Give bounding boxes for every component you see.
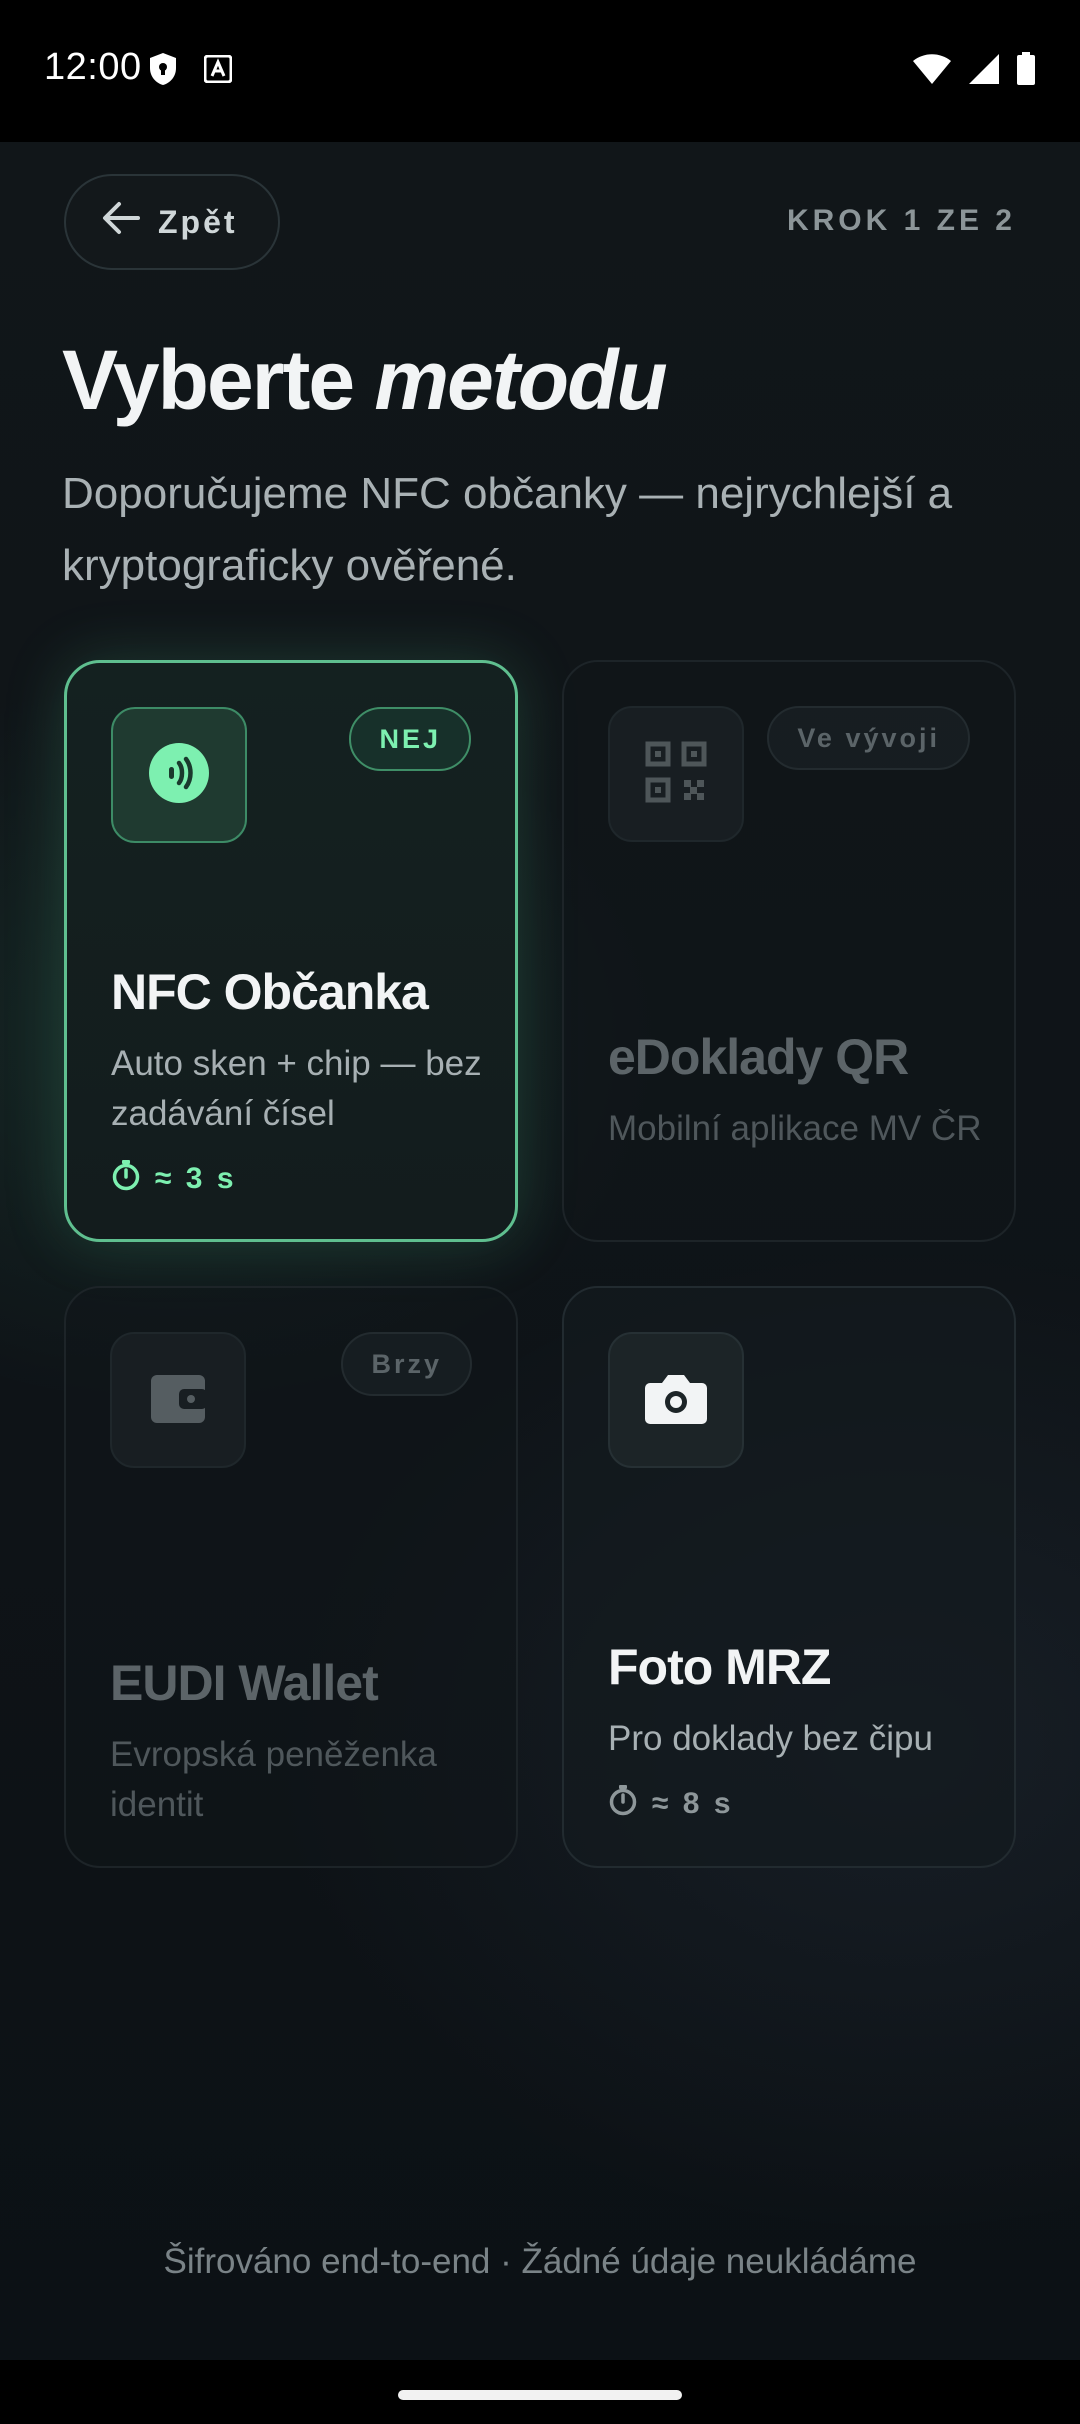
status-time: 12:00 bbox=[44, 46, 142, 88]
back-button[interactable]: Zpět bbox=[64, 174, 280, 270]
arrow-left-icon bbox=[102, 201, 140, 243]
method-card-foto-mrz[interactable]: Foto MRZ Pro doklady bez čipu ≈ 8 s bbox=[562, 1286, 1016, 1868]
card-duration: ≈ 8 s bbox=[608, 1784, 734, 1824]
keyboard-icon bbox=[203, 54, 233, 88]
page-title-emphasis: metodu bbox=[374, 333, 667, 427]
card-icon-container bbox=[111, 707, 247, 843]
signal-icon bbox=[968, 53, 1000, 90]
duration-text: ≈ 3 s bbox=[155, 1162, 237, 1195]
page-subtitle: Doporučujeme NFC občanky — nejrychlejší … bbox=[62, 469, 953, 590]
card-description: Mobilní aplikace MV ČR bbox=[608, 1109, 982, 1148]
method-card-nfc[interactable]: NEJ NFC Občanka Auto sken + chip — bez z… bbox=[64, 660, 518, 1242]
timer-icon bbox=[608, 1784, 638, 1824]
status-bar: 12:00 bbox=[0, 0, 1080, 142]
method-card-edoklady-qr: Ve vývoji eDoklady QR Mobilní aplikace M… bbox=[562, 660, 1016, 1242]
card-duration: ≈ 3 s bbox=[111, 1159, 237, 1199]
card-description: Auto sken + chip — bez zadávání čísel bbox=[111, 1044, 482, 1133]
method-card-eudi-wallet: Brzy EUDI Wallet Evropská peněženka iden… bbox=[64, 1286, 518, 1868]
card-icon-container bbox=[110, 1332, 246, 1468]
home-indicator[interactable] bbox=[398, 2390, 682, 2400]
card-title: Foto MRZ bbox=[608, 1639, 831, 1695]
battery-icon bbox=[1016, 52, 1036, 91]
timer-icon bbox=[111, 1159, 141, 1199]
page-title-main: Vyberte bbox=[62, 333, 355, 427]
qr-code-icon bbox=[645, 741, 707, 808]
navigation-bar bbox=[0, 2360, 1080, 2424]
status-right-icons bbox=[912, 52, 1036, 91]
card-description: Pro doklady bez čipu bbox=[608, 1719, 933, 1758]
card-title: NFC Občanka bbox=[111, 964, 429, 1020]
card-title: EUDI Wallet bbox=[110, 1655, 379, 1711]
wallet-icon bbox=[149, 1371, 207, 1430]
card-icon-container bbox=[608, 1332, 744, 1468]
step-indicator: KROK 1 ZE 2 bbox=[786, 204, 1016, 237]
nfc-icon bbox=[148, 742, 210, 809]
card-description: Evropská peněženka identit bbox=[110, 1735, 437, 1824]
status-badge: Brzy bbox=[341, 1332, 472, 1396]
page-title: Vyberte metodu bbox=[62, 332, 668, 429]
card-icon-container bbox=[608, 706, 744, 842]
method-selection-screen: Zpět KROK 1 ZE 2 Vyberte metodu Doporuču… bbox=[0, 142, 1080, 2360]
wifi-icon bbox=[912, 53, 952, 90]
duration-text: ≈ 8 s bbox=[652, 1787, 734, 1820]
status-left-icons bbox=[148, 52, 233, 91]
camera-icon bbox=[644, 1371, 708, 1430]
shield-icon bbox=[148, 52, 178, 91]
back-button-label: Zpět bbox=[158, 203, 238, 240]
card-title: eDoklady QR bbox=[608, 1029, 909, 1085]
recommended-badge: NEJ bbox=[349, 707, 471, 771]
status-badge: Ve vývoji bbox=[767, 706, 970, 770]
security-footnote: Šifrováno end-to-end · Žádné údaje neukl… bbox=[163, 2242, 917, 2281]
